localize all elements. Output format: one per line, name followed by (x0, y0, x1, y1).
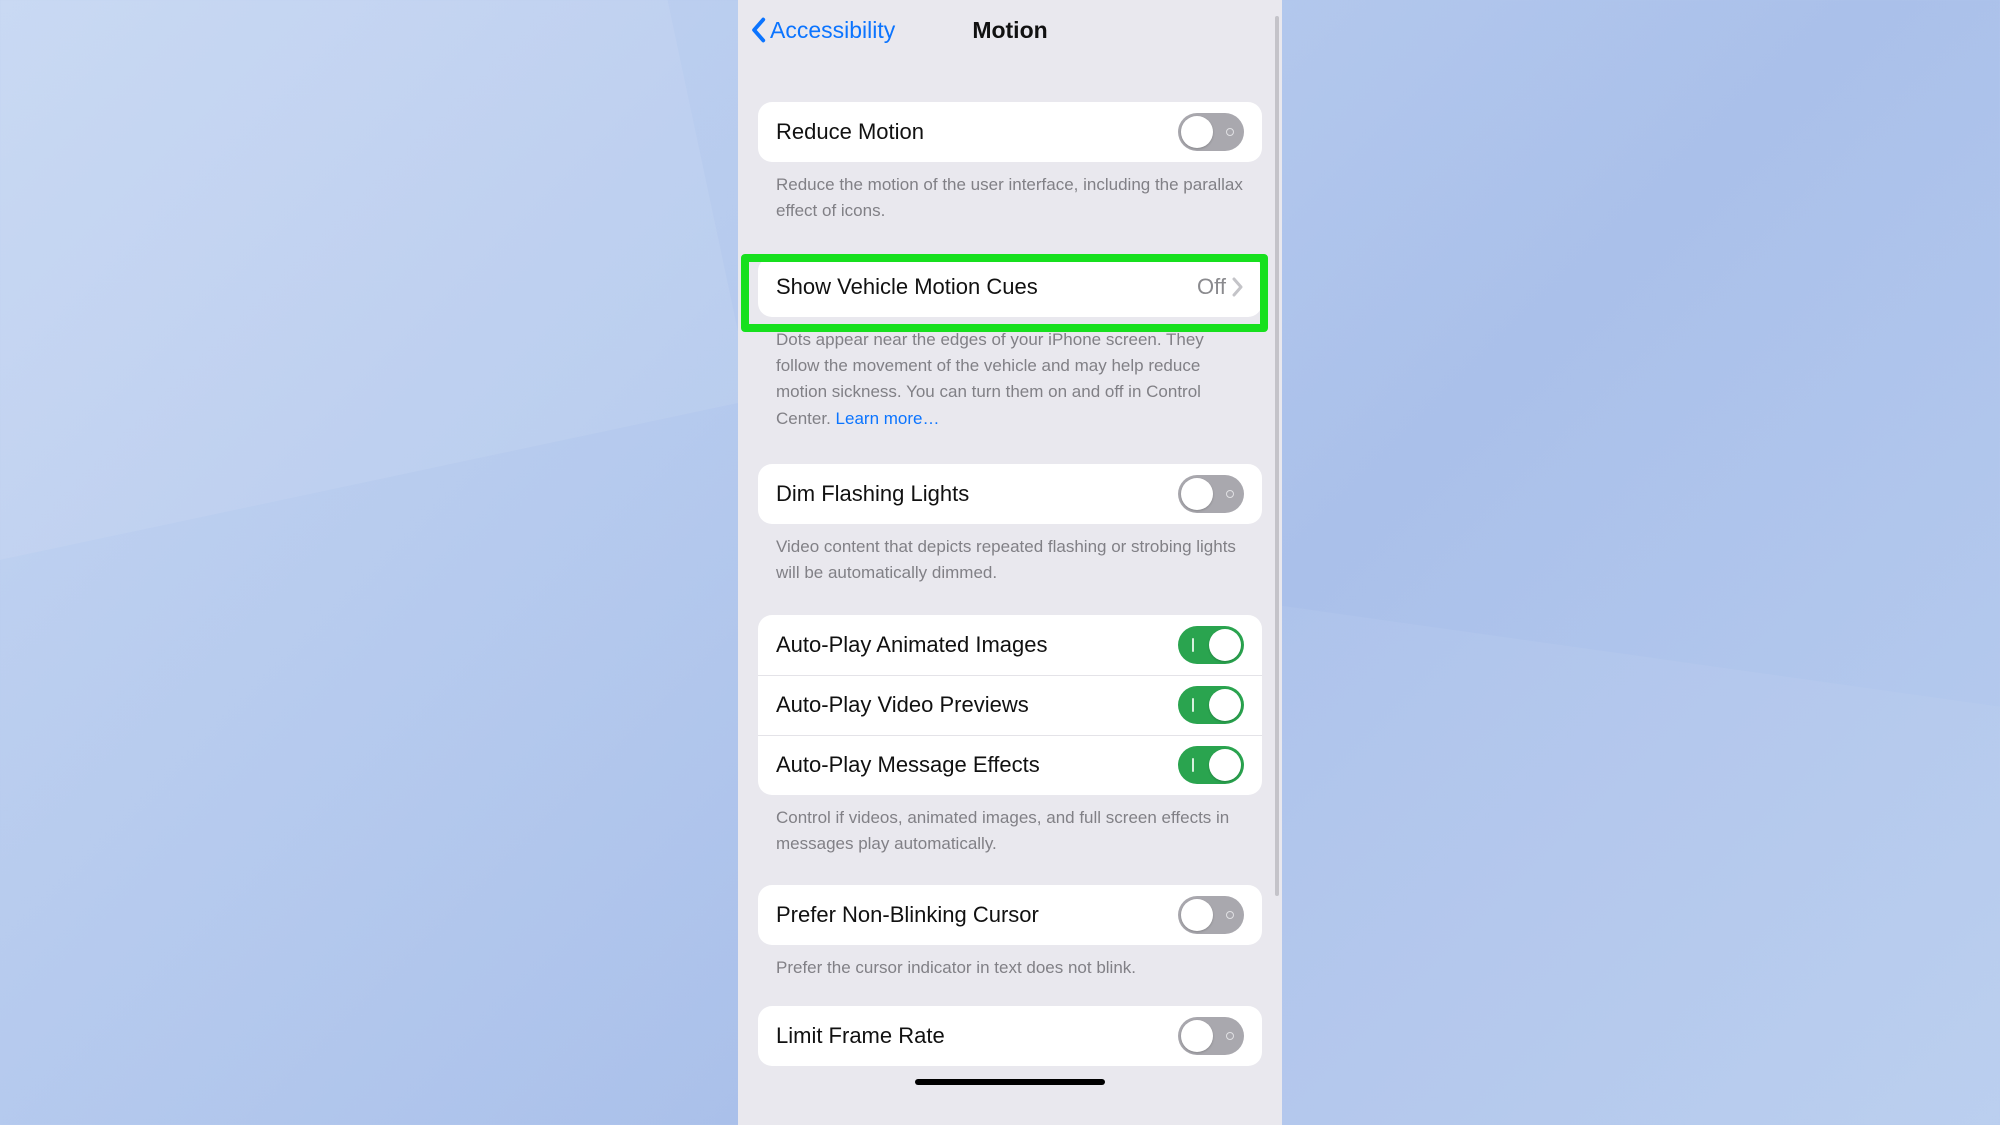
back-button[interactable]: Accessibility (738, 17, 895, 44)
chevron-left-icon (748, 17, 768, 43)
footer-text: Control if videos, animated images, and … (758, 795, 1262, 858)
learn-more-link[interactable]: Learn more… (836, 409, 940, 428)
footer-text: Video content that depicts repeated flas… (758, 524, 1262, 587)
row-value: Off (1197, 274, 1226, 300)
group-reduce-motion: Reduce Motion Reduce the motion of the u… (758, 102, 1262, 225)
row-label: Reduce Motion (776, 119, 1178, 145)
row-dim-flashing[interactable]: Dim Flashing Lights (758, 464, 1262, 524)
autoplay-animated-toggle[interactable] (1178, 626, 1244, 664)
row-label: Auto-Play Animated Images (776, 632, 1178, 658)
group-cursor: Prefer Non-Blinking Cursor Prefer the cu… (758, 885, 1262, 981)
group-vehicle-cues: Show Vehicle Motion Cues Off Dots appear… (758, 257, 1262, 432)
back-label: Accessibility (770, 17, 895, 44)
row-label: Prefer Non-Blinking Cursor (776, 902, 1178, 928)
nav-bar: Accessibility Motion (738, 0, 1282, 60)
footer-text: Prefer the cursor indicator in text does… (758, 945, 1262, 981)
dim-flashing-toggle[interactable] (1178, 475, 1244, 513)
cursor-toggle[interactable] (1178, 896, 1244, 934)
row-reduce-motion[interactable]: Reduce Motion (758, 102, 1262, 162)
home-indicator (915, 1079, 1105, 1085)
row-cursor[interactable]: Prefer Non-Blinking Cursor (758, 885, 1262, 945)
reduce-motion-toggle[interactable] (1178, 113, 1244, 151)
row-autoplay-video[interactable]: Auto-Play Video Previews (758, 675, 1262, 735)
group-frame-rate: Limit Frame Rate (758, 1006, 1262, 1066)
group-dim-flashing: Dim Flashing Lights Video content that d… (758, 464, 1262, 587)
frame-rate-toggle[interactable] (1178, 1017, 1244, 1055)
footer-text: Dots appear near the edges of your iPhon… (758, 317, 1262, 432)
row-label: Limit Frame Rate (776, 1023, 1178, 1049)
row-autoplay-message[interactable]: Auto-Play Message Effects (758, 735, 1262, 795)
footer-text: Reduce the motion of the user interface,… (758, 162, 1262, 225)
autoplay-message-toggle[interactable] (1178, 746, 1244, 784)
autoplay-video-toggle[interactable] (1178, 686, 1244, 724)
row-vehicle-cues[interactable]: Show Vehicle Motion Cues Off (758, 257, 1262, 317)
row-label: Auto-Play Message Effects (776, 752, 1178, 778)
row-label: Dim Flashing Lights (776, 481, 1178, 507)
row-label: Show Vehicle Motion Cues (776, 274, 1197, 300)
row-autoplay-animated[interactable]: Auto-Play Animated Images (758, 615, 1262, 675)
row-label: Auto-Play Video Previews (776, 692, 1178, 718)
group-autoplay: Auto-Play Animated Images Auto-Play Vide… (758, 615, 1262, 858)
chevron-right-icon (1232, 277, 1244, 297)
scrollbar[interactable] (1275, 16, 1279, 896)
settings-panel: Accessibility Motion Reduce Motion Reduc… (738, 0, 1282, 1125)
row-frame-rate[interactable]: Limit Frame Rate (758, 1006, 1262, 1066)
